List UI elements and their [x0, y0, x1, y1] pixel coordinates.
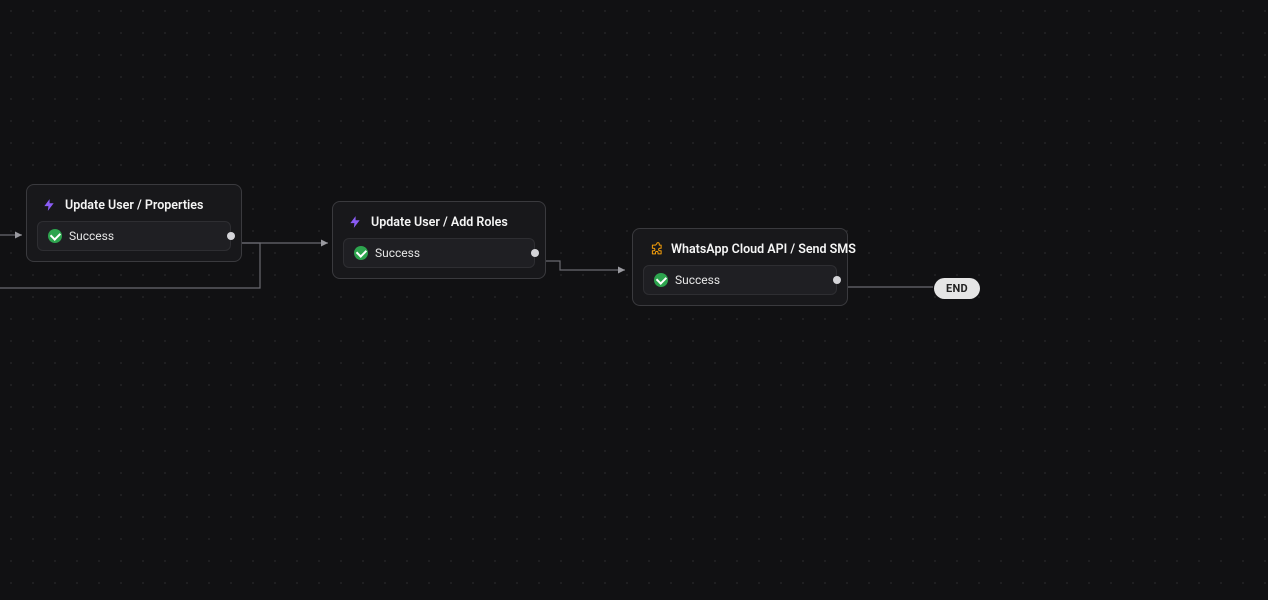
node-whatsapp-send-sms[interactable]: WhatsApp Cloud API / Send SMS Success	[632, 228, 848, 306]
check-circle-icon	[654, 273, 668, 287]
node-header: WhatsApp Cloud API / Send SMS	[643, 239, 837, 265]
node-header: Update User / Add Roles	[343, 212, 535, 238]
node-status-row[interactable]: Success	[643, 265, 837, 295]
node-title: Update User / Properties	[65, 198, 203, 213]
check-circle-icon	[354, 246, 368, 260]
output-port[interactable]	[531, 249, 539, 257]
output-port[interactable]	[227, 232, 235, 240]
output-port[interactable]	[833, 276, 841, 284]
status-label: Success	[375, 246, 420, 260]
node-header: Update User / Properties	[37, 195, 231, 221]
bolt-icon	[41, 197, 57, 213]
status-label: Success	[675, 273, 720, 287]
workflow-canvas[interactable]: Update User / Properties Success Update …	[0, 0, 1268, 600]
node-update-user-add-roles[interactable]: Update User / Add Roles Success	[332, 201, 546, 279]
node-update-user-properties[interactable]: Update User / Properties Success	[26, 184, 242, 262]
end-label: END	[946, 282, 968, 295]
node-title: WhatsApp Cloud API / Send SMS	[671, 242, 856, 257]
status-label: Success	[69, 229, 114, 243]
check-circle-icon	[48, 229, 62, 243]
bolt-icon	[347, 214, 363, 230]
puzzle-icon	[647, 241, 663, 257]
node-title: Update User / Add Roles	[371, 215, 508, 230]
node-status-row[interactable]: Success	[343, 238, 535, 268]
end-node[interactable]: END	[934, 278, 980, 299]
node-status-row[interactable]: Success	[37, 221, 231, 251]
